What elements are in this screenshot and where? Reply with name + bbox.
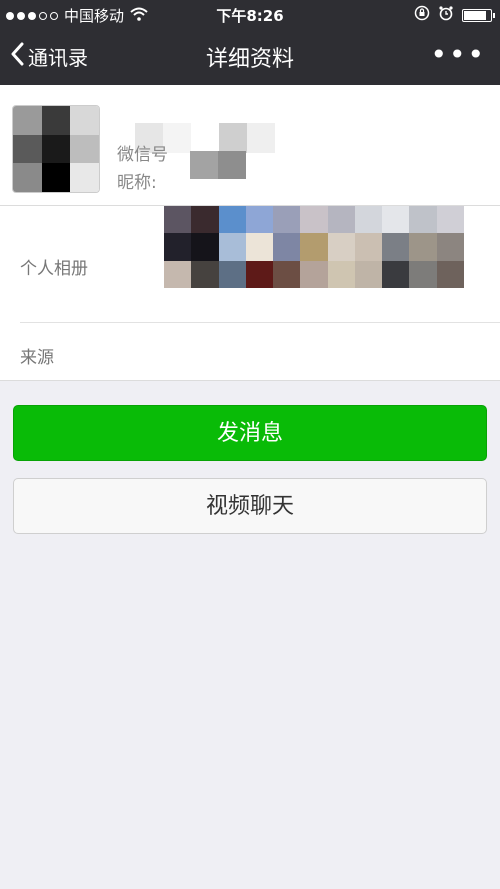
censored-id	[190, 151, 246, 179]
album-thumbnail-tile	[191, 260, 219, 288]
page-title: 详细资料	[205, 47, 294, 72]
album-thumbnail-tile	[273, 260, 301, 288]
album-thumbnails	[164, 206, 464, 288]
wechat-id-label: 微信号	[117, 145, 168, 165]
profile-card: 微信号 昵称:	[0, 85, 500, 206]
album-thumbnail-tile	[354, 233, 383, 261]
album-thumbnail-tile	[273, 206, 301, 234]
album-thumbnail-tile	[218, 206, 246, 234]
album-thumbnail-tile	[436, 260, 464, 288]
album-thumbnail-tile	[164, 260, 192, 288]
album-label: 个人相册	[20, 259, 88, 279]
album-thumbnail-tile	[164, 206, 192, 234]
album-thumbnail-tile	[382, 206, 410, 234]
album-thumbnail-tile	[245, 260, 274, 288]
album-thumbnail-tile	[354, 260, 383, 288]
more-dots-icon[interactable]: •••	[430, 38, 486, 71]
battery-icon	[462, 8, 495, 22]
source-label: 来源	[20, 348, 54, 368]
album-thumbnail-tile	[245, 206, 274, 234]
album-thumbnail-tile	[273, 233, 301, 261]
album-thumbnail-tile	[436, 206, 464, 234]
album-thumbnail-tile	[436, 233, 464, 261]
send-message-button[interactable]: 发消息	[13, 405, 487, 461]
album-thumbnail-tile	[191, 233, 219, 261]
album-thumbnail-tile	[218, 233, 246, 261]
album-thumbnail-tile	[382, 260, 410, 288]
album-thumbnail-tile	[218, 260, 246, 288]
rotation-lock-icon	[414, 5, 430, 25]
nickname-label: 昵称:	[117, 173, 157, 193]
source-row: 来源	[0, 323, 500, 380]
album-row[interactable]: 个人相册	[0, 206, 500, 322]
status-bar: 中国移动 下午8:26	[0, 0, 500, 30]
album-thumbnail-tile	[409, 233, 437, 261]
album-thumbnail-tile	[327, 260, 355, 288]
album-thumbnail-tile	[327, 233, 355, 261]
avatar[interactable]	[12, 105, 100, 193]
album-thumbnail-tile	[382, 233, 410, 261]
album-thumbnail-tile	[300, 233, 328, 261]
profile-details: 微信号 昵称:	[117, 141, 168, 197]
album-thumbnail-tile	[354, 206, 383, 234]
info-card: 个人相册 来源	[0, 206, 500, 381]
status-right	[414, 5, 495, 25]
album-thumbnail-tile	[300, 206, 328, 234]
album-thumbnail-tile	[164, 233, 192, 261]
video-chat-button[interactable]: 视频聊天	[13, 478, 487, 534]
album-thumbnail-tile	[245, 233, 274, 261]
alarm-icon	[438, 5, 454, 25]
album-thumbnail-tile	[409, 206, 437, 234]
album-thumbnail-tile	[300, 260, 328, 288]
album-thumbnail-tile	[409, 260, 437, 288]
album-thumbnail-tile	[191, 206, 219, 234]
album-thumbnail-tile	[327, 206, 355, 234]
nav-bar: 通讯录 详细资料 •••	[0, 30, 500, 85]
